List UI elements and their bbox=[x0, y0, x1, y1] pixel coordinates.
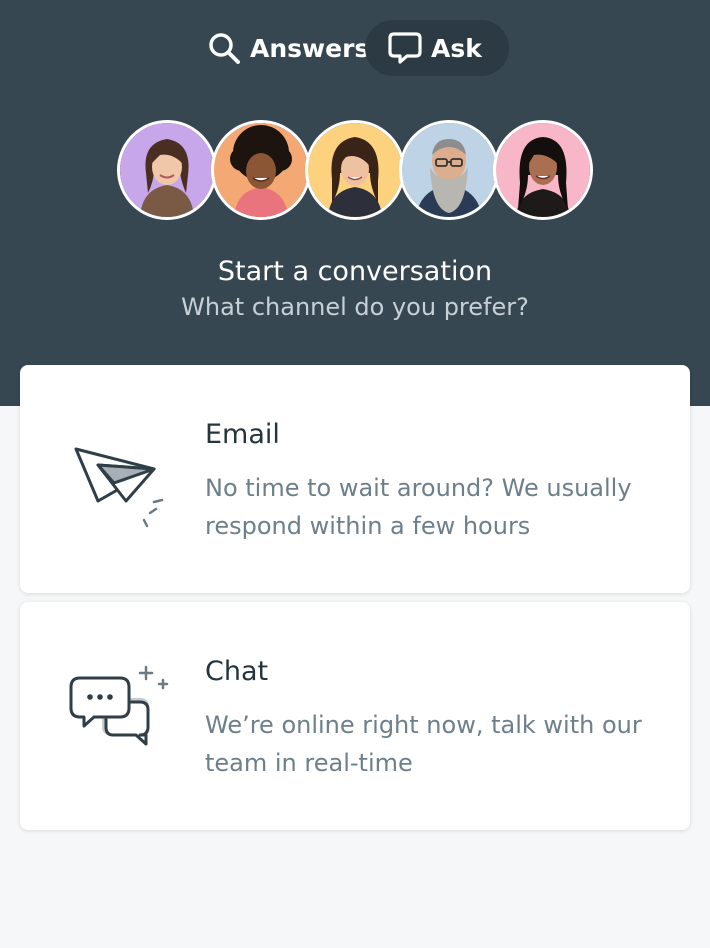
email-channel-card[interactable]: Email No time to wait around? We usually… bbox=[20, 365, 690, 593]
email-card-description: No time to wait around? We usually respo… bbox=[205, 474, 632, 540]
chat-bubbles-icon bbox=[68, 662, 178, 772]
tab-answers[interactable]: Answers bbox=[190, 20, 374, 76]
page-subtitle: What channel do you prefer? bbox=[181, 293, 529, 321]
paper-plane-icon bbox=[68, 425, 178, 535]
avatar bbox=[399, 120, 499, 220]
search-icon bbox=[206, 30, 242, 66]
avatar bbox=[117, 120, 217, 220]
chat-card-title: Chat bbox=[205, 656, 269, 687]
chat-channel-card[interactable]: Chat We’re online right now, talk with o… bbox=[20, 602, 690, 830]
tab-ask[interactable]: Ask bbox=[365, 20, 509, 76]
tab-answers-label: Answers bbox=[250, 33, 370, 63]
avatar bbox=[305, 120, 405, 220]
tab-ask-label: Ask bbox=[431, 33, 482, 63]
speech-bubble-icon bbox=[387, 30, 423, 66]
header-panel: Answers Ask Start a conversation What ch… bbox=[0, 0, 710, 406]
email-card-title: Email bbox=[205, 419, 280, 450]
team-avatars bbox=[117, 120, 597, 220]
page-title: Start a conversation bbox=[217, 256, 493, 287]
tab-bar: Answers Ask bbox=[0, 20, 710, 78]
avatar bbox=[493, 120, 593, 220]
chat-card-description: We’re online right now, talk with our te… bbox=[205, 711, 642, 777]
avatar bbox=[211, 120, 311, 220]
